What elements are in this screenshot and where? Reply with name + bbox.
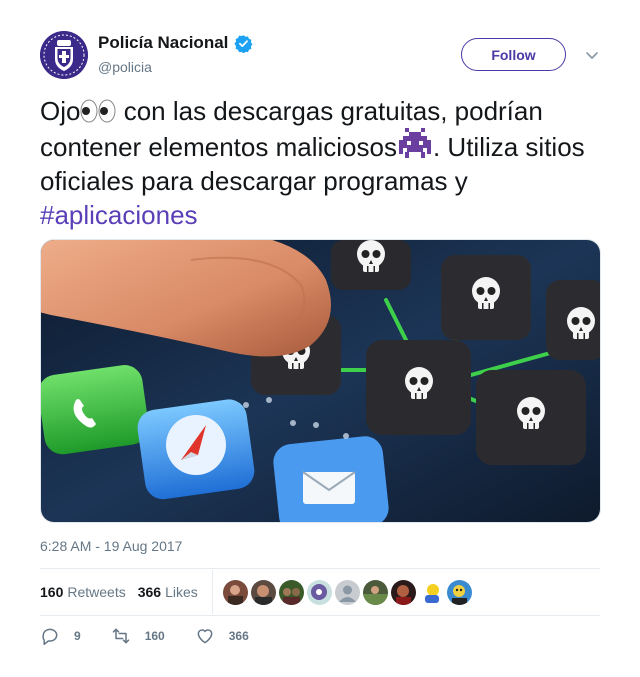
liker-avatar[interactable] [278, 579, 304, 605]
liker-avatars [222, 579, 472, 605]
follow-button[interactable]: Follow [461, 38, 566, 71]
divider-bottom [40, 615, 600, 616]
tweet-text-part1: Ojo [40, 96, 81, 126]
verified-badge-icon [234, 34, 253, 53]
liker-avatar[interactable] [334, 579, 360, 605]
chevron-down-icon[interactable] [584, 47, 600, 63]
reply-action[interactable]: 9 [40, 626, 81, 646]
eyes-emoji-icon [80, 99, 116, 123]
account-avatar[interactable] [40, 31, 88, 79]
retweets-label: Retweets [67, 584, 126, 600]
police-crest-icon [40, 31, 88, 79]
liker-avatar[interactable] [446, 579, 472, 605]
retweet-count: 160 [144, 629, 165, 643]
likes-stat[interactable]: 366 Likes [138, 584, 198, 600]
retweet-action[interactable]: 160 [111, 626, 165, 646]
reply-icon [42, 628, 58, 646]
heart-icon [197, 629, 213, 644]
likes-count: 366 [137, 584, 162, 600]
retweet-icon [112, 628, 129, 644]
tweet-card: Policía Nacional @policia Follow Ojo con… [0, 0, 640, 677]
stats-separator [211, 570, 213, 614]
alien-monster-emoji-icon [398, 128, 431, 158]
tweet-timestamp[interactable]: 6:28 AM - 19 Aug 2017 [40, 538, 182, 554]
liker-avatar[interactable] [306, 579, 332, 605]
hashtag-link[interactable]: #aplicaciones [40, 200, 198, 230]
liker-avatar[interactable] [250, 579, 276, 605]
liker-avatar[interactable] [362, 579, 388, 605]
likes-label: Likes [165, 584, 198, 600]
account-handle[interactable]: @policia [98, 59, 152, 75]
malware-apps-illustration [41, 240, 600, 522]
liker-avatar[interactable] [222, 579, 248, 605]
tweet-actions: 9 160 366 [40, 626, 279, 646]
reply-count: 9 [74, 629, 81, 643]
tweet-text: Ojo con las descargas gratuitas, podrían… [40, 94, 600, 232]
tweet-stats: 160 Retweets 366 Likes [40, 569, 600, 615]
tweet-media-image[interactable] [40, 239, 601, 523]
like-action[interactable]: 366 [195, 626, 249, 646]
account-name-row[interactable]: Policía Nacional [98, 33, 253, 53]
retweets-count: 160 [40, 584, 64, 600]
like-count: 366 [228, 629, 249, 643]
retweets-stat[interactable]: 160 Retweets [40, 584, 126, 600]
liker-avatar[interactable] [390, 579, 416, 605]
account-name[interactable]: Policía Nacional [98, 33, 228, 53]
liker-avatar[interactable] [418, 579, 444, 605]
